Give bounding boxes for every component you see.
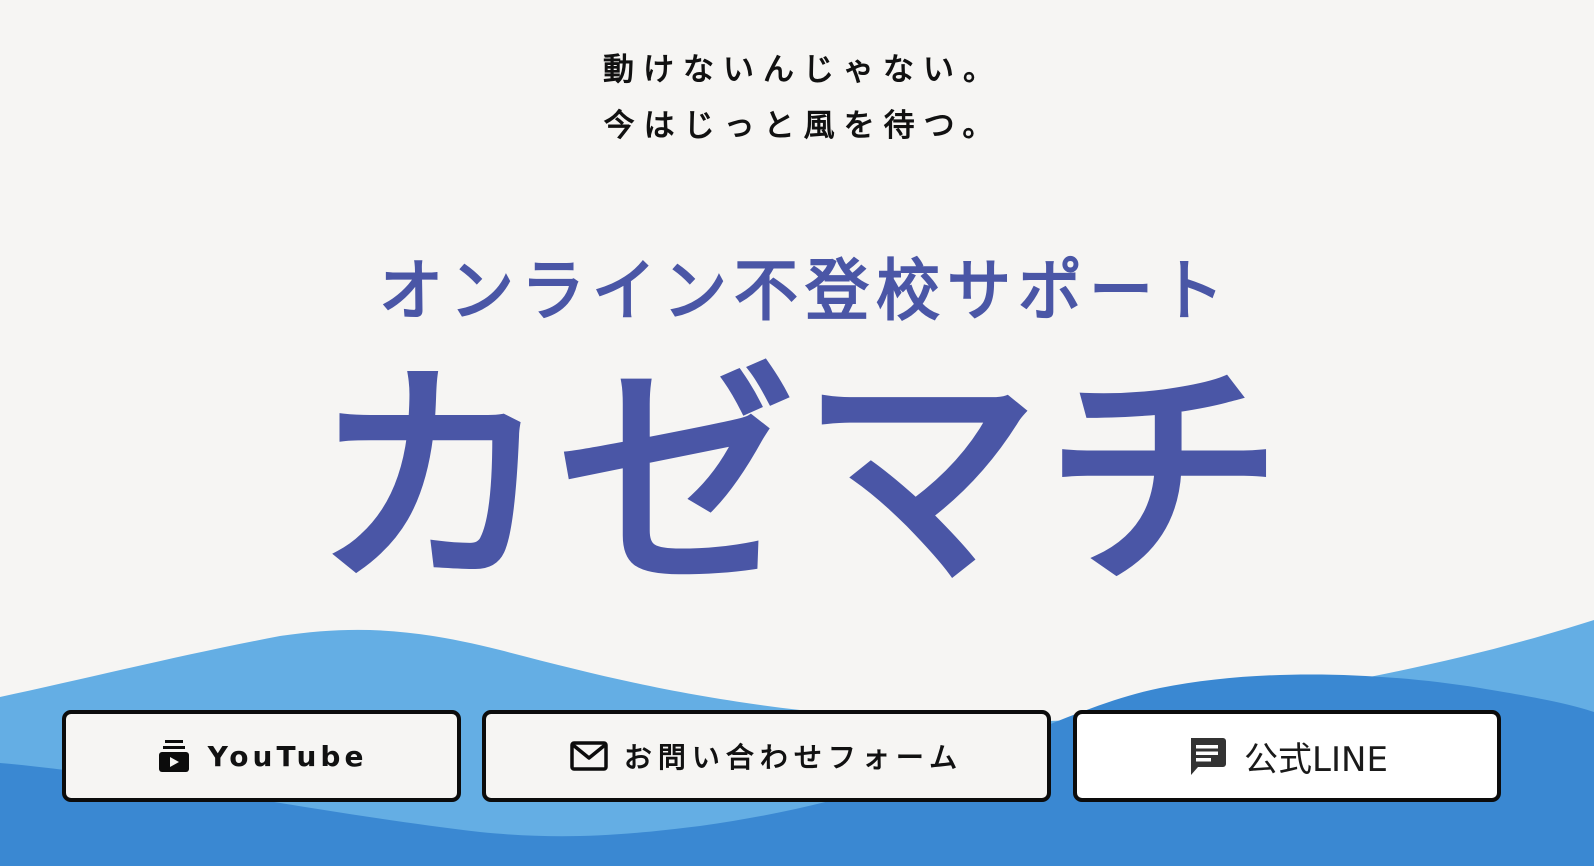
- youtube-button[interactable]: YouTube: [62, 710, 461, 802]
- tagline: 動けないんじゃない。 今はじっと風を待つ。: [0, 42, 1594, 154]
- chat-message-icon: [1186, 735, 1228, 777]
- youtube-subscriptions-icon: [156, 738, 192, 774]
- official-line-button-label: 公式LINE: [1244, 739, 1388, 780]
- official-line-button[interactable]: 公式LINE: [1073, 710, 1501, 802]
- contact-form-button[interactable]: お問い合わせフォーム: [482, 710, 1051, 802]
- tagline-line-2: 今はじっと風を待つ。: [603, 108, 1003, 144]
- service-subtitle: オンライン不登校サポート: [379, 253, 1231, 331]
- tagline-line-1: 動けないんじゃない。: [603, 52, 1003, 88]
- contact-form-button-label: お問い合わせフォーム: [623, 741, 964, 774]
- brand-title: カゼマチ: [313, 342, 1289, 619]
- youtube-button-label: YouTube: [207, 739, 368, 773]
- hero-section: 動けないんじゃない。 今はじっと風を待つ。 オンライン不登校サポート カゼマチ …: [0, 0, 1594, 866]
- mail-icon: [570, 741, 608, 771]
